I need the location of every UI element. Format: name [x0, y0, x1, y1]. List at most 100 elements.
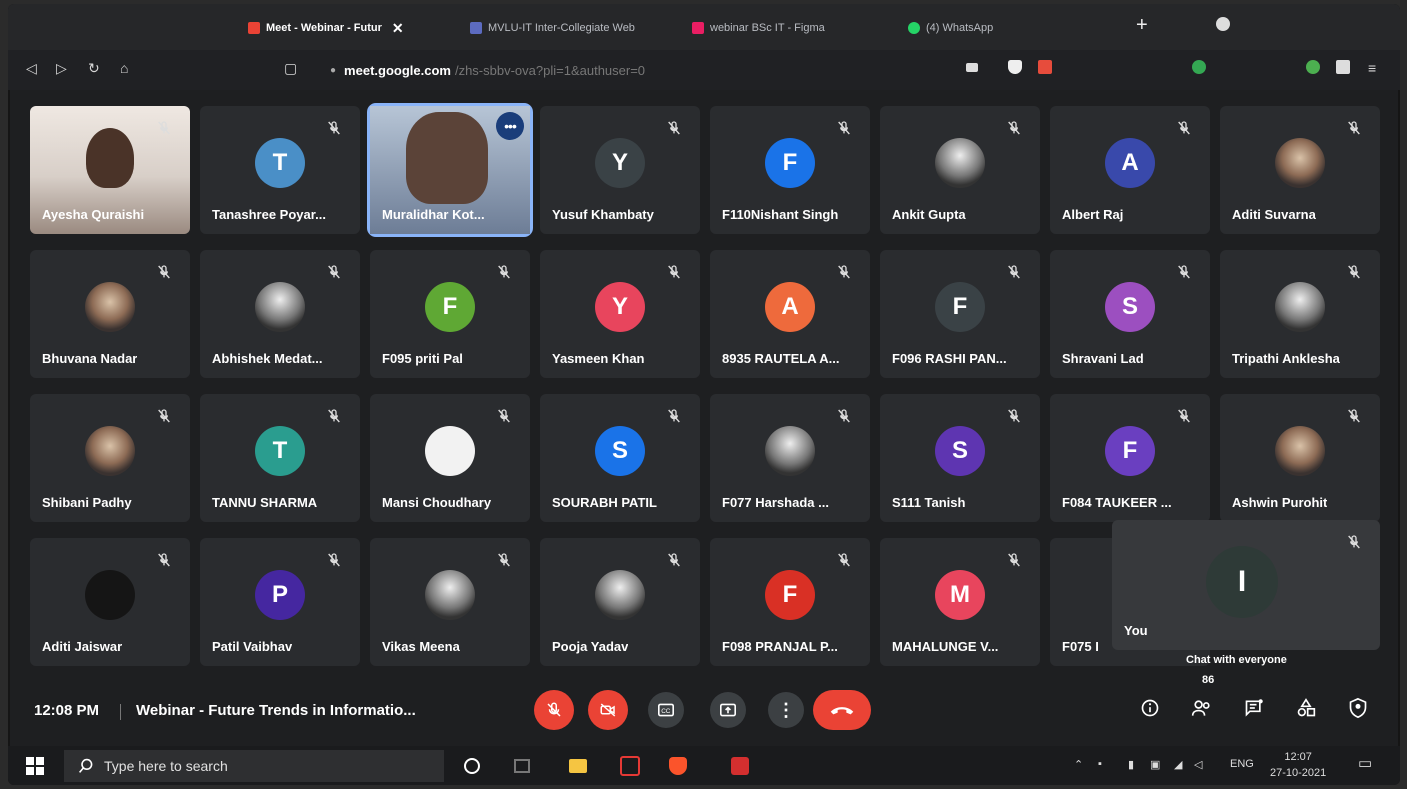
- tab-whatsapp[interactable]: (4) WhatsApp: [908, 16, 993, 40]
- menu-icon[interactable]: ≡: [1368, 60, 1376, 76]
- chat-button[interactable]: [1240, 694, 1268, 722]
- home-icon[interactable]: ⌂: [120, 60, 128, 76]
- participant-tile[interactable]: Tripathi Anklesha: [1220, 250, 1380, 378]
- participant-tile[interactable]: Ankit Gupta: [880, 106, 1040, 234]
- task-view-icon[interactable]: [512, 756, 532, 776]
- participant-tile[interactable]: Pooja Yadav: [540, 538, 700, 666]
- mic-toggle-button[interactable]: [534, 690, 574, 730]
- participant-tile[interactable]: Abhishek Medat...: [200, 250, 360, 378]
- participant-tile[interactable]: Shibani Padhy: [30, 394, 190, 522]
- brave-shield-icon[interactable]: [1008, 60, 1022, 74]
- more-options-button[interactable]: ⋮: [768, 692, 804, 728]
- host-controls-button[interactable]: [1344, 694, 1372, 722]
- avatar: [85, 282, 135, 332]
- alert-icon[interactable]: [1038, 60, 1052, 74]
- present-screen-button[interactable]: [710, 692, 746, 728]
- participant-tile[interactable]: Vikas Meena: [370, 538, 530, 666]
- volume-icon[interactable]: ◁: [1194, 758, 1202, 771]
- camera-icon[interactable]: [966, 63, 978, 72]
- windows-start-icon[interactable]: [26, 757, 44, 775]
- taskbar-search-box[interactable]: Type here to search: [64, 750, 444, 782]
- people-button[interactable]: [1188, 694, 1216, 722]
- participant-tile[interactable]: F F096 RASHI PAN...: [880, 250, 1040, 378]
- participant-tile[interactable]: S Shravani Lad: [1050, 250, 1210, 378]
- forward-icon[interactable]: ▷: [56, 60, 67, 77]
- wifi-icon[interactable]: ◢: [1174, 758, 1182, 771]
- participant-tile[interactable]: A Albert Raj: [1050, 106, 1210, 234]
- more-horizontal-icon[interactable]: •••: [496, 112, 524, 140]
- back-icon[interactable]: ◁: [26, 60, 37, 77]
- participant-tile[interactable]: F F084 TAUKEER ...: [1050, 394, 1210, 522]
- leave-call-button[interactable]: [813, 690, 871, 730]
- mic-off-icon: [1346, 534, 1362, 550]
- participant-name: Patil Vaibhav: [212, 639, 293, 654]
- participant-tile[interactable]: S SOURABH PATIL: [540, 394, 700, 522]
- tab-figma[interactable]: webinar BSc IT - Figma: [692, 16, 825, 40]
- screen-frame: Meet - Webinar - Futur ✕ MVLU-IT Inter-C…: [8, 4, 1400, 785]
- system-clock[interactable]: 12:07 27-10-2021: [1270, 749, 1326, 781]
- participant-name: Aditi Suvarna: [1232, 207, 1316, 222]
- participant-name: 8935 RAUTELA A...: [722, 351, 840, 366]
- participant-tile[interactable]: Y Yusuf Khambaty: [540, 106, 700, 234]
- camera-off-icon: [600, 703, 616, 717]
- app-icon[interactable]: [620, 756, 640, 776]
- tab-meet[interactable]: Meet - Webinar - Futur ✕: [248, 16, 404, 40]
- participant-tile[interactable]: F077 Harshada ...: [710, 394, 870, 522]
- onedrive-icon[interactable]: ▣: [1150, 758, 1160, 771]
- mic-off-icon: [836, 552, 852, 568]
- language-indicator[interactable]: ENG: [1230, 758, 1254, 770]
- participant-tile[interactable]: S S111 Tanish: [880, 394, 1040, 522]
- puzzle-icon[interactable]: [1336, 60, 1350, 74]
- participant-tile[interactable]: T Tanashree Poyar...: [200, 106, 360, 234]
- participant-name: Ayesha Quraishi: [42, 207, 145, 222]
- participant-tile[interactable]: F F110Nishant Singh: [710, 106, 870, 234]
- participant-tile[interactable]: Aditi Jaiswar: [30, 538, 190, 666]
- participant-tile[interactable]: Aditi Suvarna: [1220, 106, 1380, 234]
- brave-browser-icon[interactable]: [668, 756, 688, 776]
- network-icon[interactable]: ▪: [1098, 758, 1102, 770]
- url-input[interactable]: ● meet.google.com /zhs-sbbv-ova?pli=1&au…: [296, 58, 956, 82]
- participant-name: Ashwin Purohit: [1232, 495, 1328, 510]
- participant-tile[interactable]: F F098 PRANJAL P...: [710, 538, 870, 666]
- participant-tile[interactable]: I You: [1112, 520, 1380, 650]
- new-tab-button[interactable]: +: [1136, 14, 1148, 37]
- mic-off-icon: [666, 408, 682, 424]
- participant-tile[interactable]: Bhuvana Nadar: [30, 250, 190, 378]
- file-explorer-icon[interactable]: [568, 756, 588, 776]
- captions-button[interactable]: CC: [648, 692, 684, 728]
- browser-tab-bar: Meet - Webinar - Futur ✕ MVLU-IT Inter-C…: [8, 4, 1400, 50]
- participant-tile[interactable]: P Patil Vaibhav: [200, 538, 360, 666]
- battery-icon[interactable]: ▮: [1128, 758, 1134, 771]
- participant-tile[interactable]: Mansi Choudhary: [370, 394, 530, 522]
- participant-name: TANNU SHARMA: [212, 495, 318, 510]
- participant-tile[interactable]: A 8935 RAUTELA A...: [710, 250, 870, 378]
- avatar: A: [765, 282, 815, 332]
- participant-tile[interactable]: Ayesha Quraishi: [30, 106, 190, 234]
- mic-off-icon: [496, 552, 512, 568]
- extension-icon[interactable]: [1306, 60, 1320, 74]
- tab-mvlu[interactable]: MVLU-IT Inter-Collegiate Web: [470, 16, 635, 40]
- mic-off-icon: [836, 120, 852, 136]
- participant-tile[interactable]: M MAHALUNGE V...: [880, 538, 1040, 666]
- reload-icon[interactable]: ↻: [88, 60, 100, 77]
- close-icon[interactable]: ✕: [392, 20, 404, 37]
- participant-tile[interactable]: Ashwin Purohit: [1220, 394, 1380, 522]
- mic-off-icon: [1006, 552, 1022, 568]
- participant-tile[interactable]: T TANNU SHARMA: [200, 394, 360, 522]
- notification-icon[interactable]: ▭: [1358, 754, 1372, 772]
- cortana-icon[interactable]: [462, 756, 482, 776]
- participant-name: Aditi Jaiswar: [42, 639, 123, 654]
- participant-tile[interactable]: Y Yasmeen Khan: [540, 250, 700, 378]
- participant-tile[interactable]: Muralidhar Kot... •••: [367, 103, 533, 237]
- pdf-reader-icon[interactable]: [730, 756, 750, 776]
- camera-toggle-button[interactable]: [588, 690, 628, 730]
- participant-tile[interactable]: F F095 priti Pal: [370, 250, 530, 378]
- chevron-up-icon[interactable]: ⌃: [1074, 758, 1083, 771]
- participant-count-badge: 86: [1202, 674, 1215, 686]
- avatar: [85, 426, 135, 476]
- record-icon[interactable]: [1216, 17, 1230, 31]
- meeting-details-button[interactable]: [1136, 694, 1164, 722]
- mic-off-icon: [326, 408, 342, 424]
- profile-extension-icon[interactable]: [1192, 60, 1206, 74]
- activities-button[interactable]: [1292, 694, 1320, 722]
